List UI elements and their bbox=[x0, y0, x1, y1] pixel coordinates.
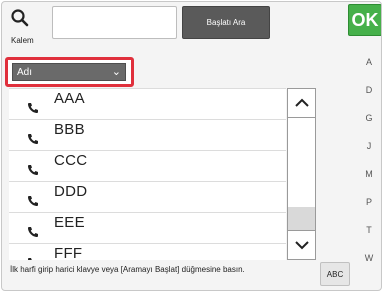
phone-icon bbox=[27, 101, 39, 113]
index-letter[interactable]: D bbox=[356, 85, 381, 95]
phone-icon bbox=[27, 163, 39, 175]
address-list: AAA BBB CCC DDD EEE FFF bbox=[9, 88, 286, 260]
chevron-down-icon: ⌄ bbox=[111, 66, 121, 78]
scroll-thumb[interactable] bbox=[288, 207, 315, 230]
contact-name: DDD bbox=[54, 183, 88, 200]
phone-icon bbox=[27, 132, 39, 144]
address-search-panel: Kalem Başlatı Ara OK Adı ⌄ AAA BBB CCC DDD E… bbox=[1, 1, 382, 291]
chevron-down-icon[interactable] bbox=[287, 230, 316, 260]
ok-button[interactable]: OK bbox=[348, 4, 381, 36]
dropdown-highlight: Adı ⌄ bbox=[5, 57, 134, 87]
phone-icon bbox=[27, 225, 39, 237]
index-letter[interactable]: M bbox=[356, 169, 381, 179]
phone-icon bbox=[27, 194, 39, 206]
search-icon[interactable] bbox=[10, 8, 30, 28]
list-item[interactable]: EEE bbox=[9, 213, 286, 244]
index-letter[interactable]: P bbox=[356, 197, 381, 207]
start-search-button[interactable]: Başlatı Ara bbox=[182, 6, 270, 39]
contact-name: AAA bbox=[54, 90, 85, 107]
contact-name: BBB bbox=[54, 121, 85, 138]
list-item[interactable]: CCC bbox=[9, 151, 286, 182]
list-item[interactable]: FFF bbox=[9, 244, 286, 260]
hint-text: İlk harfi girip harici klavye veya [Aram… bbox=[10, 265, 245, 274]
index-letter[interactable]: G bbox=[356, 113, 381, 123]
search-caption: Kalem bbox=[11, 36, 34, 45]
list-item[interactable]: BBB bbox=[9, 120, 286, 151]
sort-dropdown[interactable]: Adı ⌄ bbox=[12, 63, 126, 81]
chevron-up-icon[interactable] bbox=[287, 88, 316, 118]
contact-name: EEE bbox=[54, 214, 85, 231]
search-input[interactable] bbox=[52, 6, 177, 39]
phone-icon bbox=[27, 256, 39, 260]
alphabet-index: A D G J M P T W bbox=[356, 57, 381, 281]
list-item[interactable]: DDD bbox=[9, 182, 286, 213]
contact-name: CCC bbox=[54, 152, 88, 169]
index-letter[interactable]: T bbox=[356, 225, 381, 235]
index-letter[interactable]: W bbox=[356, 253, 381, 263]
index-letter[interactable]: A bbox=[356, 57, 381, 67]
index-letter[interactable]: J bbox=[356, 141, 381, 151]
sort-dropdown-value: Adı bbox=[17, 66, 33, 78]
contact-name: FFF bbox=[54, 245, 83, 260]
abc-button[interactable]: ABC bbox=[320, 262, 350, 286]
list-item[interactable]: AAA bbox=[9, 89, 286, 120]
scrollbar[interactable] bbox=[287, 88, 316, 260]
scroll-track[interactable] bbox=[287, 118, 316, 230]
